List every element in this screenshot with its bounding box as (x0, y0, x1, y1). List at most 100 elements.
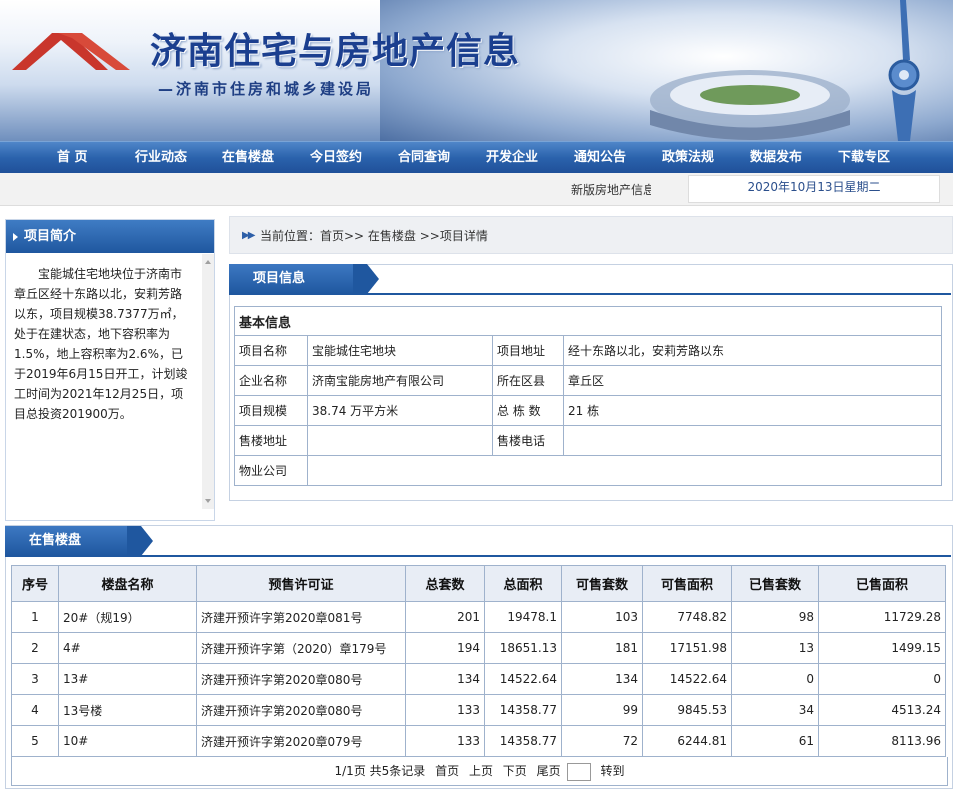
page-number-input[interactable] (566, 762, 591, 781)
cell-available-units: 181 (561, 632, 643, 664)
nav-downloads[interactable]: 下载专区 (838, 142, 890, 174)
pager-next[interactable]: 下页 (503, 764, 527, 778)
pager-last[interactable]: 尾页 (537, 764, 561, 778)
table-row[interactable]: 5 10# 济建开预许字第2020章079号 133 14358.77 72 6… (11, 725, 946, 757)
cell-available-units: 134 (561, 663, 643, 695)
panel-title: 项目简介 (24, 229, 77, 244)
project-intro-text: 宝能城住宅地块位于济南市章丘区经十东路以北，安莉芳路以东，项目规模38.7377… (14, 267, 188, 421)
on-sale-table: 序号 楼盘名称 预售许可证 总套数 总面积 可售套数 可售面积 已售套数 已售面… (11, 565, 946, 757)
nav-home[interactable]: 首 页 (57, 142, 88, 174)
cell-index: 5 (11, 725, 59, 757)
buildings-value: 21 栋 (563, 395, 942, 426)
project-name-label: 项目名称 (234, 335, 308, 366)
breadcrumb: ▶▶ 当前位置：首页>> 在售楼盘 >>项目详情 (229, 216, 953, 254)
sales-address-value (307, 425, 493, 456)
cell-index: 4 (11, 694, 59, 726)
cell-total-area: 19478.1 (484, 601, 562, 633)
cell-sold-units: 98 (731, 601, 819, 633)
cell-building-name[interactable]: 10# (58, 725, 197, 757)
cell-total-area: 18651.13 (484, 632, 562, 664)
cell-building-name[interactable]: 13# (58, 663, 197, 695)
property-company-value (307, 455, 942, 486)
cell-permit: 济建开预许字第2020章079号 (196, 725, 406, 757)
cell-total-units: 134 (405, 663, 485, 695)
table-row[interactable]: 4 13号楼 济建开预许字第2020章080号 133 14358.77 99 … (11, 694, 946, 726)
cell-permit: 济建开预许字第（2020）章179号 (196, 632, 406, 664)
scale-label: 项目规模 (234, 395, 308, 426)
nav-industry-news[interactable]: 行业动态 (135, 142, 187, 174)
cell-total-units: 194 (405, 632, 485, 664)
table-row[interactable]: 2 4# 济建开预许字第（2020）章179号 194 18651.13 181… (11, 632, 946, 664)
cell-building-name[interactable]: 13号楼 (58, 694, 197, 726)
tower-illustration-icon (888, 0, 920, 141)
nav-data-release[interactable]: 数据发布 (750, 142, 802, 174)
cell-sold-units: 34 (731, 694, 819, 726)
cell-available-area: 6244.81 (642, 725, 732, 757)
sales-phone-value (563, 425, 942, 456)
intro-scrollbar[interactable] (202, 254, 214, 509)
cell-index: 3 (11, 663, 59, 695)
nav-on-sale[interactable]: 在售楼盘 (222, 142, 274, 174)
project-info-header: 项目信息 (229, 264, 951, 295)
tab-wedge-icon (127, 526, 153, 556)
pagination: 1/1页 共5条记录 首页 上页 下页 尾页 转到 (11, 757, 948, 786)
table-header-row: 序号 楼盘名称 预售许可证 总套数 总面积 可售套数 可售面积 已售套数 已售面… (11, 565, 946, 602)
panel-header: 项目简介 (6, 220, 214, 253)
cell-sold-units: 13 (731, 632, 819, 664)
cell-building-name[interactable]: 20#（规19） (58, 601, 197, 633)
cell-permit: 济建开预许字第2020章080号 (196, 663, 406, 695)
cell-available-area: 7748.82 (642, 601, 732, 633)
cell-sold-area: 11729.28 (818, 601, 946, 633)
cell-building-name[interactable]: 4# (58, 632, 197, 664)
pager-first[interactable]: 首页 (435, 764, 459, 778)
pager-goto[interactable]: 转到 (600, 764, 624, 778)
site-title: 济南住宅与房地产信息 (150, 30, 521, 72)
scale-value: 38.74 万平方米 (307, 395, 493, 426)
scroll-down-icon[interactable] (205, 499, 211, 503)
tab-wedge-icon (353, 264, 379, 294)
col-permit: 预售许可证 (196, 565, 406, 602)
cell-total-units: 133 (405, 694, 485, 726)
project-address-label: 项目地址 (492, 335, 564, 366)
cell-index: 2 (11, 632, 59, 664)
nav-policies[interactable]: 政策法规 (662, 142, 714, 174)
cell-sold-units: 61 (731, 725, 819, 757)
cell-total-area: 14358.77 (484, 725, 562, 757)
cell-permit: 济建开预许字第2020章081号 (196, 601, 406, 633)
col-total-units: 总套数 (405, 565, 485, 602)
nav-developers[interactable]: 开发企业 (486, 142, 538, 174)
main-nav: 首 页 行业动态 在售楼盘 今日签约 合同查询 开发企业 通知公告 政策法规 数… (0, 141, 953, 174)
nav-today-contracts[interactable]: 今日签约 (310, 142, 362, 174)
col-index: 序号 (11, 565, 59, 602)
project-info-tab: 项目信息 (229, 264, 353, 294)
cell-available-units: 103 (561, 601, 643, 633)
table-row[interactable]: 3 13# 济建开预许字第2020章080号 134 14522.64 134 … (11, 663, 946, 695)
breadcrumb-text[interactable]: 当前位置：首页>> 在售楼盘 >>项目详情 (260, 227, 488, 244)
nav-contract-query[interactable]: 合同查询 (398, 142, 450, 174)
cell-available-units: 72 (561, 725, 643, 757)
basic-info-title: 基本信息 (234, 306, 942, 336)
news-marquee[interactable]: 新版房地产信息 (571, 181, 651, 198)
col-building-name: 楼盘名称 (58, 565, 197, 602)
col-available-area: 可售面积 (642, 565, 732, 602)
cell-permit: 济建开预许字第2020章080号 (196, 694, 406, 726)
stadium-illustration-icon (650, 70, 850, 140)
tab-underline (5, 555, 951, 557)
on-sale-tab: 在售楼盘 (5, 526, 127, 556)
current-date: 2020年10月13日星期二 (688, 175, 940, 203)
nav-notices[interactable]: 通知公告 (574, 142, 626, 174)
table-row[interactable]: 1 20#（规19） 济建开预许字第2020章081号 201 19478.1 … (11, 601, 946, 633)
cell-sold-units: 0 (731, 663, 819, 695)
site-subtitle: —济南市住房和城乡建设局 (158, 80, 375, 98)
scroll-up-icon[interactable] (205, 260, 211, 264)
project-address-value: 经十东路以北，安莉芳路以东 (563, 335, 942, 366)
col-sold-units: 已售套数 (731, 565, 819, 602)
double-arrow-icon: ▶▶ (242, 230, 255, 241)
cell-available-area: 17151.98 (642, 632, 732, 664)
district-label: 所在区县 (492, 365, 564, 396)
district-value: 章丘区 (563, 365, 942, 396)
pager-prev[interactable]: 上页 (469, 764, 493, 778)
cell-available-units: 99 (561, 694, 643, 726)
col-total-area: 总面积 (484, 565, 562, 602)
sales-phone-label: 售楼电话 (492, 425, 564, 456)
